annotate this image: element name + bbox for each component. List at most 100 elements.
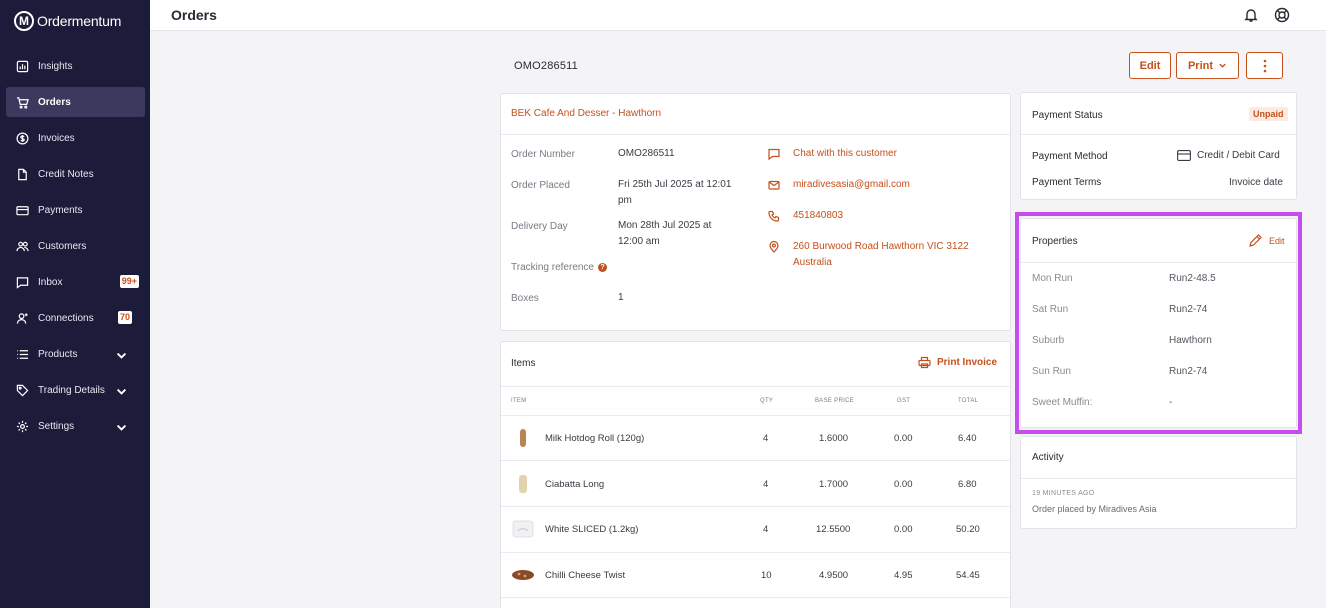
item-name: White SLICED (1.2kg) [545, 524, 639, 535]
divider [501, 415, 1010, 416]
sidebar-item-label: Inbox [38, 276, 63, 288]
sidebar-item-credit-notes[interactable]: Credit Notes [6, 159, 145, 189]
sidebar-item-products[interactable]: Products [6, 339, 145, 369]
phone-icon [768, 210, 780, 222]
divider [501, 134, 1010, 135]
sidebar-item-inbox[interactable]: Inbox 99+ [6, 267, 145, 297]
inbox-count-badge: 99+ [119, 275, 139, 288]
activity-entry: Order placed by Miradives Asia [1032, 504, 1157, 514]
edit-button[interactable]: Edit [1129, 52, 1171, 79]
sidebar-item-invoices[interactable]: Invoices [6, 123, 145, 153]
delivery-day-value: Mon 28th Jul 2025 at 12:00 am [618, 220, 712, 247]
payment-method-text: Credit / Debit Card [1197, 150, 1280, 161]
logo-text: Ordermentum [37, 13, 122, 29]
item-total: 50.20 [956, 524, 980, 535]
page-title: Orders [171, 7, 217, 23]
items-card [500, 341, 1011, 608]
email-icon [768, 180, 780, 190]
order-details-card [500, 93, 1011, 331]
people-icon [16, 241, 29, 251]
customer-phone-link[interactable]: 451840803 [793, 208, 843, 224]
chevron-down-icon[interactable] [115, 421, 128, 434]
item-base-price: 1.6000 [819, 433, 849, 444]
item-base-price: 4.9500 [819, 570, 849, 581]
sidebar-item-label: Insights [38, 60, 73, 72]
printer-icon [918, 356, 931, 369]
gear-icon [16, 420, 29, 432]
chat-with-customer-link[interactable]: Chat with this customer [793, 146, 897, 162]
payment-method-value: Credit / Debit Card [1177, 150, 1280, 161]
tracking-reference-label: Tracking reference [511, 262, 594, 273]
print-invoice-button[interactable]: Print Invoice [918, 356, 997, 369]
column-header-gst: GST [897, 398, 911, 404]
more-vertical-icon [1263, 59, 1266, 72]
divider [501, 552, 1010, 553]
boxes-value: 1 [618, 292, 624, 303]
item-name: Ciabatta Long [545, 479, 605, 490]
delivery-day-label: Delivery Day [511, 221, 568, 232]
item-gst: 0.00 [894, 524, 913, 535]
customer-email-link[interactable]: miradivesasia@gmail.com [793, 177, 910, 193]
sidebar-item-trading-details[interactable]: Trading Details [6, 375, 145, 405]
divider [501, 386, 1010, 387]
sidebar-item-label: Connections [38, 312, 94, 324]
divider [1021, 134, 1296, 135]
items-title: Items [511, 358, 536, 369]
ordermentum-logo[interactable]: M Ordermentum [14, 11, 121, 31]
sidebar-item-settings[interactable]: Settings [6, 411, 145, 441]
item-total: 6.40 [958, 433, 977, 444]
payment-terms-value: Invoice date [1229, 177, 1283, 188]
sidebar-item-label: Payments [38, 204, 83, 216]
item-base-price: 1.7000 [819, 479, 849, 490]
chart-icon [16, 60, 29, 72]
logo-mark: M [14, 11, 34, 31]
order-number-value: OMO286511 [618, 148, 675, 159]
item-gst: 0.00 [894, 433, 913, 444]
item-qty: 10 [761, 570, 772, 581]
bell-icon[interactable] [1243, 7, 1259, 23]
item-qty: 4 [763, 524, 769, 535]
person-add-icon [16, 312, 28, 324]
item-total: 54.45 [956, 570, 980, 581]
chat-icon [768, 148, 780, 160]
item-qty: 4 [763, 433, 769, 444]
product-thumbnail [512, 570, 534, 580]
sidebar-item-insights[interactable]: Insights [6, 51, 145, 81]
sidebar-item-payments[interactable]: Payments [6, 195, 145, 225]
sidebar-item-label: Credit Notes [38, 168, 94, 180]
payment-status-badge: Unpaid [1249, 107, 1288, 121]
activity-card [1020, 436, 1297, 529]
chevron-down-icon[interactable] [115, 349, 128, 362]
sidebar-item-customers[interactable]: Customers [6, 231, 145, 261]
list-icon [17, 349, 29, 359]
customer-name-link[interactable]: BEK Cafe And Desser - Hawthorn [511, 108, 661, 119]
sidebar-nav: Insights Orders Invoices Credit Notes Pa… [6, 51, 145, 447]
chevron-down-icon[interactable] [115, 385, 128, 398]
sidebar: M Ordermentum Insights Orders Invoices C… [0, 0, 150, 608]
help-circle-icon[interactable]: ? [598, 263, 607, 272]
location-pin-icon [769, 241, 779, 253]
order-number-label: Order Number [511, 149, 575, 160]
document-icon [18, 168, 27, 180]
product-thumbnail [512, 520, 534, 538]
properties-highlight-box [1015, 212, 1302, 434]
item-qty: 4 [763, 479, 769, 490]
column-header-total: TOTAL [958, 398, 979, 404]
tag-icon [16, 384, 29, 396]
customer-address-link[interactable]: 260 Burwood Road Hawthorn VIC 3122 Austr… [793, 239, 993, 271]
payment-method-label: Payment Method [1032, 151, 1108, 162]
divider [501, 506, 1010, 507]
column-header-base-price: BASE PRICE [815, 398, 855, 404]
sidebar-item-connections[interactable]: Connections 70 [6, 303, 145, 333]
more-options-button[interactable] [1246, 52, 1283, 79]
chat-icon [16, 276, 29, 289]
item-gst: 0.00 [894, 479, 913, 490]
print-button[interactable]: Print [1176, 52, 1239, 79]
sidebar-item-orders[interactable]: Orders [6, 87, 145, 117]
order-placed-value: Fri 25th Jul 2025 at 12:01 pm [618, 179, 732, 206]
divider [1021, 478, 1296, 479]
column-header-item: ITEM [511, 398, 527, 404]
help-icon[interactable] [1274, 7, 1290, 23]
top-bar: Orders [150, 0, 1326, 31]
payment-terms-label: Payment Terms [1032, 177, 1102, 188]
